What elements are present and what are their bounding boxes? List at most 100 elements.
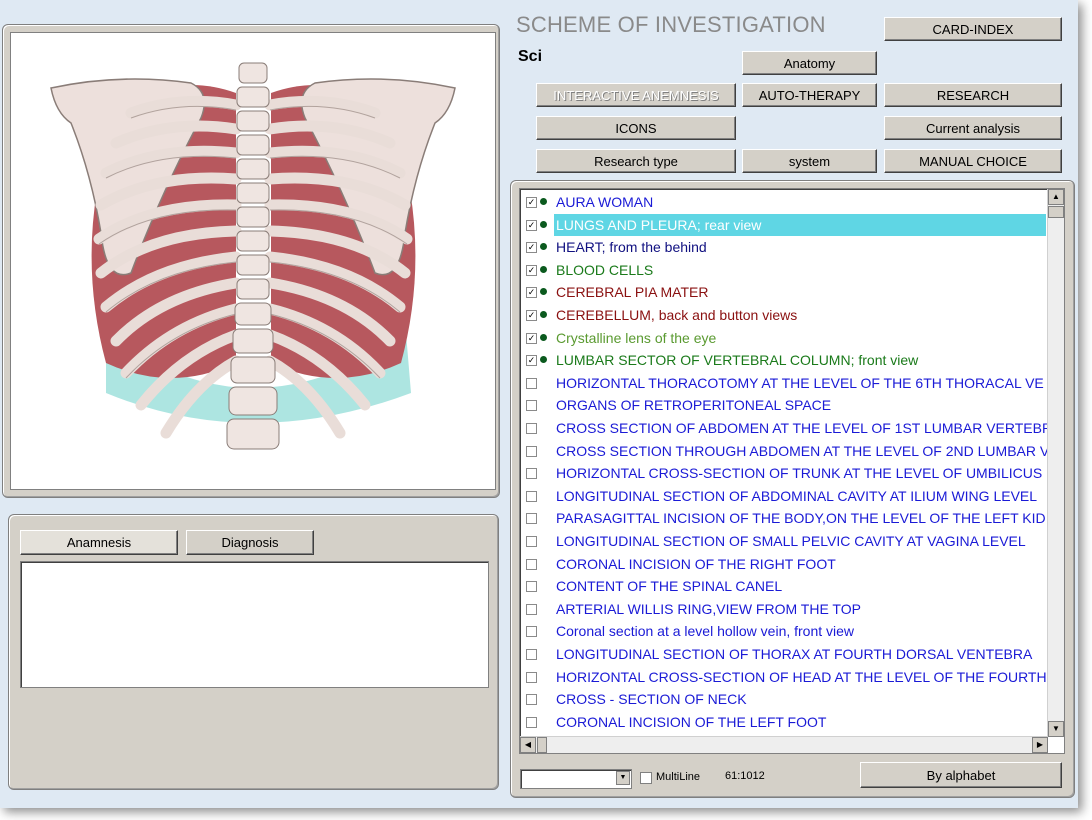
filter-dropdown[interactable]: ▼ bbox=[520, 769, 632, 789]
list-item[interactable]: CORONAL INCISION OF THE RIGHT FOOT bbox=[524, 553, 1044, 575]
list-item[interactable]: CONTENT OF THE SPINAL CANEL bbox=[524, 575, 1044, 597]
status-dot-icon bbox=[540, 311, 547, 318]
list-item[interactable]: ✓ AURA WOMAN bbox=[524, 191, 1044, 213]
anamnesis-text-area[interactable] bbox=[20, 561, 489, 688]
current-analysis-button[interactable]: Current analysis bbox=[884, 116, 1062, 140]
list-item[interactable]: CROSS SECTION OF ABDOMEN AT THE LEVEL OF… bbox=[524, 417, 1061, 439]
list-item-label: LUMBAR SECTOR OF VERTEBRAL COLUMN; front… bbox=[556, 352, 919, 369]
list-item[interactable]: ORGANS OF RETROPERITONEAL SPACE bbox=[524, 394, 1044, 416]
scroll-down-arrow-icon[interactable]: ▼ bbox=[1048, 721, 1064, 737]
by-alphabet-button[interactable]: By alphabet bbox=[860, 762, 1062, 788]
list-item-checkbox[interactable]: ✓ bbox=[526, 287, 537, 299]
research-type-button[interactable]: Research type bbox=[536, 149, 736, 173]
list-item[interactable]: HORIZONTAL THORACOTOMY AT THE LEVEL OF T… bbox=[524, 372, 1044, 394]
list-item-label: HORIZONTAL CROSS-SECTION OF HEAD AT THE … bbox=[556, 668, 1060, 685]
list-item-checkbox[interactable] bbox=[526, 649, 537, 660]
scroll-up-arrow-icon[interactable]: ▲ bbox=[1048, 189, 1064, 205]
list-item[interactable]: PARASAGITTAL INCISION OF THE BODY,ON THE… bbox=[524, 507, 1046, 529]
page-title: SCHEME OF INVESTIGATION bbox=[516, 12, 826, 37]
list-item-label: CORONAL INCISION OF THE RIGHT FOOT bbox=[556, 555, 836, 572]
list-item[interactable]: ✓ BLOOD CELLS bbox=[524, 259, 1044, 281]
list-item-checkbox[interactable] bbox=[526, 626, 537, 638]
multiline-label: MultiLine bbox=[656, 771, 701, 783]
list-item[interactable]: ✓ CEREBELLUM, back and button views bbox=[524, 304, 1044, 326]
chevron-down-icon[interactable]: ▼ bbox=[616, 771, 630, 785]
horizontal-scrollbar[interactable]: ◀ ▶ bbox=[520, 736, 1048, 753]
interactive-anamnesis-button[interactable]: INTERACTIVE ANEMNESIS bbox=[536, 83, 736, 107]
list-item-label: Crystalline lens of the eye bbox=[556, 329, 717, 346]
list-item-label: CEREBELLUM, back and button views bbox=[556, 307, 798, 323]
tab-diagnosis[interactable]: Diagnosis bbox=[186, 530, 314, 555]
list-item-label: CROSS SECTION THROUGH ABDOMEN AT THE LEV… bbox=[556, 442, 1059, 459]
list-item-checkbox[interactable]: ✓ bbox=[526, 264, 537, 276]
list-item-checkbox[interactable] bbox=[526, 581, 537, 593]
auto-therapy-button[interactable]: AUTO-THERAPY bbox=[742, 83, 877, 107]
status-dot-icon bbox=[540, 265, 547, 273]
list-item-checkbox[interactable] bbox=[526, 400, 537, 412]
rib-cage-illustration bbox=[50, 62, 456, 450]
anatomy-image-viewport[interactable] bbox=[10, 32, 496, 490]
scroll-left-arrow-icon[interactable]: ◀ bbox=[520, 737, 536, 753]
list-item-checkbox[interactable] bbox=[526, 694, 537, 706]
list-item-checkbox[interactable] bbox=[526, 716, 537, 728]
list-item-checkbox[interactable]: ✓ bbox=[526, 332, 537, 344]
list-item-checkbox[interactable] bbox=[526, 468, 537, 480]
list-item-checkbox[interactable] bbox=[526, 536, 537, 547]
horizontal-scroll-thumb[interactable] bbox=[537, 737, 547, 753]
icons-button[interactable]: ICONS bbox=[536, 116, 736, 140]
list-item[interactable]: ✓ Crystalline lens of the eye bbox=[524, 327, 1044, 349]
list-item-label: LONGITUDINAL SECTION OF THORAX AT FOURTH… bbox=[556, 646, 1033, 662]
list-item-checkbox[interactable] bbox=[526, 445, 537, 457]
list-item-checkbox[interactable]: ✓ bbox=[526, 355, 537, 367]
list-item-checkbox[interactable]: ✓ bbox=[526, 219, 537, 231]
card-index-button[interactable]: CARD-INDEX bbox=[884, 17, 1062, 41]
list-item[interactable]: ✓ LUNGS AND PLEURA; rear view bbox=[524, 213, 1046, 236]
list-item-label: PARASAGITTAL INCISION OF THE BODY,ON THE… bbox=[556, 510, 1046, 527]
status-dot-icon bbox=[540, 198, 547, 205]
list-item-checkbox[interactable] bbox=[526, 558, 537, 570]
status-dot-icon bbox=[540, 243, 547, 251]
vertical-scrollbar[interactable]: ▲ ▼ bbox=[1047, 189, 1064, 737]
list-item-checkbox[interactable] bbox=[526, 671, 537, 683]
system-button[interactable]: system bbox=[742, 149, 877, 173]
list-item-label: LONGITUDINAL SECTION OF SMALL PELVIC CAV… bbox=[556, 533, 1026, 549]
list-item-label: HEART; from the behind bbox=[556, 239, 707, 256]
list-item[interactable]: LONGITUDINAL SECTION OF ABDOMINAL CAVITY… bbox=[524, 485, 1044, 507]
tab-anamnesis[interactable]: Anamnesis bbox=[20, 530, 178, 555]
list-item-label: CORONAL INCISION OF THE LEFT FOOT bbox=[556, 713, 827, 730]
research-button[interactable]: RESEARCH bbox=[884, 83, 1062, 107]
scroll-right-arrow-icon[interactable]: ▶ bbox=[1032, 737, 1048, 753]
list-item-checkbox[interactable] bbox=[526, 490, 537, 502]
list-item[interactable]: LONGITUDINAL SECTION OF SMALL PELVIC CAV… bbox=[524, 530, 1044, 552]
list-item[interactable]: HORIZONTAL CROSS-SECTION OF TRUNK AT THE… bbox=[524, 462, 1044, 484]
status-dot-icon bbox=[540, 333, 547, 341]
list-item[interactable]: Coronal section at a level hollow vein, … bbox=[524, 620, 1044, 642]
vertical-scroll-thumb[interactable] bbox=[1048, 206, 1064, 218]
manual-choice-button[interactable]: MANUAL CHOICE bbox=[884, 149, 1062, 173]
multiline-checkbox[interactable] bbox=[640, 772, 652, 784]
status-dot-icon bbox=[540, 288, 547, 296]
list-item-label: BLOOD CELLS bbox=[556, 261, 654, 278]
list-item[interactable]: ✓ CEREBRAL PIA MATER bbox=[524, 281, 1044, 303]
list-item-checkbox[interactable] bbox=[526, 423, 537, 434]
page-subtitle: Sci bbox=[518, 48, 543, 65]
list-item-label: ARTERIAL WILLIS RING,VIEW FROM THE TOP bbox=[556, 600, 861, 617]
list-item-checkbox[interactable] bbox=[526, 513, 537, 525]
list-item[interactable]: CORONAL INCISION OF THE LEFT FOOT bbox=[524, 711, 1044, 733]
list-item[interactable]: ARTERIAL WILLIS RING,VIEW FROM THE TOP bbox=[524, 598, 1044, 620]
list-item[interactable]: ✓ LUMBAR SECTOR OF VERTEBRAL COLUMN; fron… bbox=[524, 349, 1044, 371]
list-item[interactable]: CROSS SECTION THROUGH ABDOMEN AT THE LEV… bbox=[524, 440, 1059, 462]
list-item[interactable]: LONGITUDINAL SECTION OF THORAX AT FOURTH… bbox=[524, 643, 1044, 665]
list-item-checkbox[interactable] bbox=[526, 603, 537, 615]
list-item-label: LUNGS AND PLEURA; rear view bbox=[554, 213, 1046, 236]
investigation-list[interactable]: ✓ AURA WOMAN ✓ LUNGS AND PLEURA; rear view ✓… bbox=[519, 188, 1065, 754]
list-item-label: Coronal section at a level hollow vein, … bbox=[556, 623, 855, 640]
anatomy-button[interactable]: Anatomy bbox=[742, 51, 877, 75]
list-item[interactable]: HORIZONTAL CROSS-SECTION OF HEAD AT THE … bbox=[524, 666, 1060, 688]
list-item-checkbox[interactable]: ✓ bbox=[526, 197, 537, 208]
list-item-checkbox[interactable]: ✓ bbox=[526, 242, 537, 254]
list-item[interactable]: CROSS - SECTION OF NECK bbox=[524, 688, 1044, 710]
list-item-checkbox[interactable]: ✓ bbox=[526, 310, 537, 321]
list-item[interactable]: ✓ HEART; from the behind bbox=[524, 236, 1044, 258]
list-item-checkbox[interactable] bbox=[526, 377, 537, 389]
